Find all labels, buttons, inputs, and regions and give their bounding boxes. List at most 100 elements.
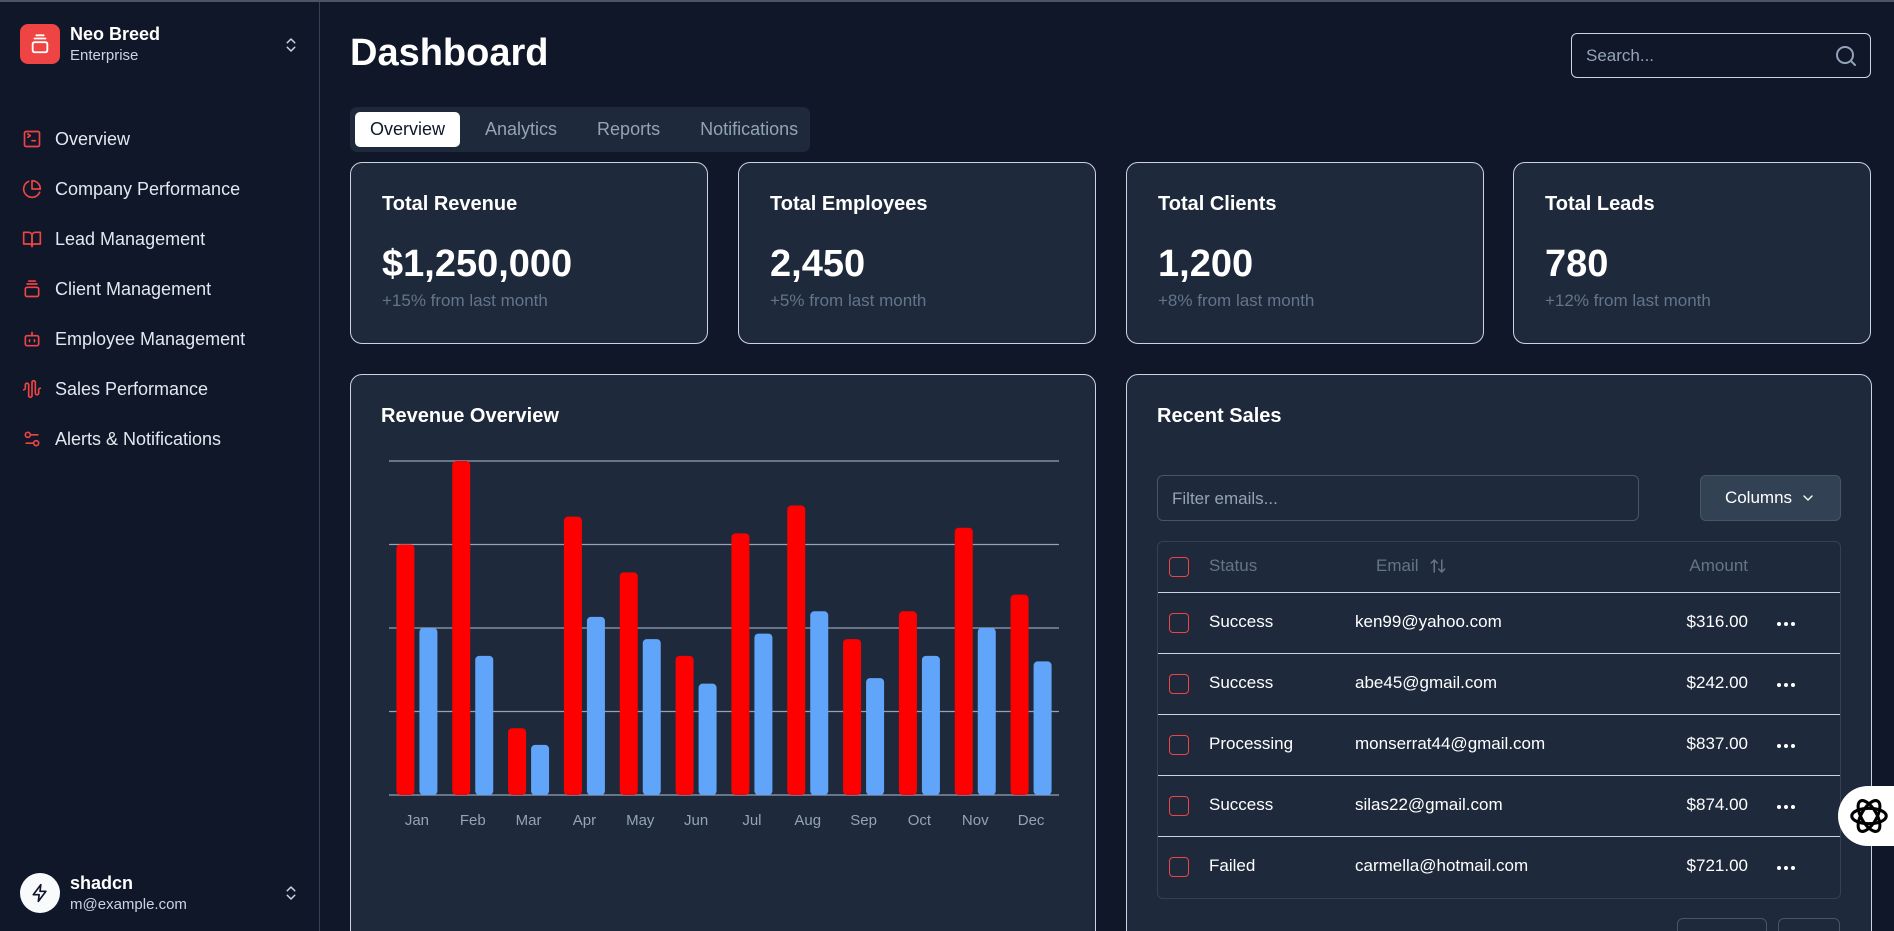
stat-value: $1,250,000 (382, 243, 573, 285)
book-open-icon (20, 227, 44, 251)
row-checkbox[interactable] (1169, 857, 1189, 877)
table-header: Status Email Amount (1158, 542, 1840, 593)
chart-bar-may-series-1 (619, 572, 638, 795)
chart-bar-dec-series-2 (1033, 661, 1052, 795)
amount-header: Amount (1689, 556, 1748, 575)
chart-bar-apr-series-1 (563, 516, 582, 795)
chart-bar-aug-series-2 (810, 611, 829, 795)
chart-bar-feb-series-2 (475, 655, 494, 795)
square-terminal-icon (20, 127, 44, 151)
row-email: carmella@hotmail.com (1355, 856, 1529, 875)
table-row: Processing monserrat44@gmail.com $837.00 (1158, 715, 1840, 776)
chart-bar-oct-series-1 (898, 611, 917, 795)
stat-value: 2,450 (770, 243, 866, 285)
chart-bar-nov-series-2 (977, 628, 996, 795)
sidebar-item-client-management[interactable]: Client Management (20, 264, 300, 314)
chart-bar-jul-series-2 (754, 633, 773, 795)
stat-card-total-clients: Total Clients 1,200 +8% from last month (1126, 162, 1484, 344)
sidebar-item-employee-management[interactable]: Employee Management (20, 314, 300, 364)
sidebar-item-sales-performance[interactable]: Sales Performance (20, 364, 300, 414)
row-checkbox[interactable] (1169, 735, 1189, 755)
chart-tick-label: Jun (684, 812, 708, 829)
status-header: Status (1209, 556, 1258, 575)
stat-card-total-leads: Total Leads 780 +12% from last month (1513, 162, 1871, 344)
stat-change: +15% from last month (382, 291, 548, 310)
sidebar-item-label: Sales Performance (55, 378, 209, 399)
more-horizontal-icon[interactable] (1776, 804, 1796, 810)
stat-title: Total Leads (1545, 193, 1655, 215)
search-input[interactable] (1586, 42, 1826, 70)
email-header-sort[interactable]: Email (1376, 556, 1447, 576)
sidebar-item-label: Employee Management (55, 328, 246, 349)
chart-tick-label: Oct (908, 812, 932, 829)
chart-bar-oct-series-2 (921, 655, 940, 795)
chevrons-up-down-icon (286, 886, 296, 900)
previous-page-button[interactable] (1677, 918, 1767, 931)
columns-button[interactable]: Columns (1700, 475, 1841, 521)
row-amount: $874.00 (1686, 795, 1748, 814)
user-menu[interactable]: shadcn m@example.com (20, 871, 300, 915)
more-horizontal-icon[interactable] (1776, 743, 1796, 749)
chart-tick-label: Mar (516, 812, 542, 829)
more-horizontal-icon[interactable] (1776, 682, 1796, 688)
team-switcher[interactable]: Neo Breed Enterprise (20, 24, 300, 66)
chart-bar-mar-series-1 (508, 728, 527, 795)
chart-tick-label: Sep (850, 812, 877, 829)
stat-title: Total Employees (770, 193, 928, 215)
row-amount: $242.00 (1686, 673, 1748, 692)
stat-card-total-employees: Total Employees 2,450 +5% from last mont… (738, 162, 1096, 344)
table-row: Success silas22@gmail.com $874.00 (1158, 776, 1840, 837)
user-name: shadcn (70, 873, 134, 893)
arrow-up-down-icon (1430, 559, 1446, 573)
row-checkbox[interactable] (1169, 613, 1189, 633)
table-row: Success ken99@yahoo.com $316.00 (1158, 593, 1840, 654)
chart-tick-label: Feb (460, 812, 486, 829)
sidebar-item-lead-management[interactable]: Lead Management (20, 214, 300, 264)
tab-overview[interactable]: Overview (355, 112, 461, 147)
sidebar-item-company-performance[interactable]: Company Performance (20, 164, 300, 214)
sidebar: Neo Breed Enterprise Overview Company Pe… (0, 2, 320, 931)
next-page-button[interactable] (1778, 918, 1840, 931)
layers-icon (20, 277, 44, 301)
more-horizontal-icon[interactable] (1776, 865, 1796, 871)
filter-emails-input[interactable] (1172, 485, 1612, 513)
tab-reports[interactable]: Reports (582, 112, 675, 147)
row-amount: $837.00 (1686, 734, 1748, 753)
search-icon[interactable] (1834, 44, 1858, 68)
sales-table: Status Email Amount Success ken99@yahoo.… (1157, 541, 1841, 899)
more-horizontal-icon[interactable] (1776, 621, 1796, 627)
row-checkbox[interactable] (1169, 796, 1189, 816)
chart-bar-apr-series-2 (586, 616, 605, 795)
table-row: Success abe45@gmail.com $242.00 (1158, 654, 1840, 715)
user-email: m@example.com (70, 896, 187, 913)
chart-bar-jan-series-2 (419, 628, 438, 795)
stat-value: 1,200 (1158, 243, 1254, 285)
chart-bar-jul-series-1 (731, 533, 750, 795)
gallery-stack-icon (20, 24, 60, 64)
row-status: Success (1209, 795, 1274, 814)
stat-change: +8% from last month (1158, 291, 1315, 310)
chevrons-up-down-icon (286, 38, 296, 52)
chart-tick-label: Apr (573, 812, 596, 829)
stat-value: 780 (1545, 243, 1609, 285)
openai-logo-icon[interactable] (1838, 786, 1894, 846)
select-all-checkbox[interactable] (1169, 557, 1189, 577)
bot-icon (20, 327, 44, 351)
row-amount: $316.00 (1686, 612, 1748, 631)
tab-notifications[interactable]: Notifications (685, 112, 813, 147)
sidebar-nav: Overview Company Performance Lead Manage… (20, 114, 300, 464)
settings-sliders-icon (20, 427, 44, 451)
avatar (20, 873, 60, 913)
row-status: Success (1209, 612, 1274, 631)
audio-waveform-icon (20, 377, 44, 401)
chart-bar-jan-series-1 (396, 544, 415, 795)
revenue-overview-card: Revenue Overview Jan Feb Mar Apr May Jun Jul Au… (350, 374, 1096, 931)
sidebar-item-overview[interactable]: Overview (20, 114, 300, 164)
stat-change: +5% from last month (770, 291, 927, 310)
chevron-down-icon (1803, 495, 1813, 501)
email-header: Email (1376, 556, 1419, 575)
row-checkbox[interactable] (1169, 674, 1189, 694)
tab-analytics[interactable]: Analytics (470, 112, 572, 147)
chart-tick-label: Dec (1018, 812, 1045, 829)
sidebar-item-alerts-notifications[interactable]: Alerts & Notifications (20, 414, 300, 464)
